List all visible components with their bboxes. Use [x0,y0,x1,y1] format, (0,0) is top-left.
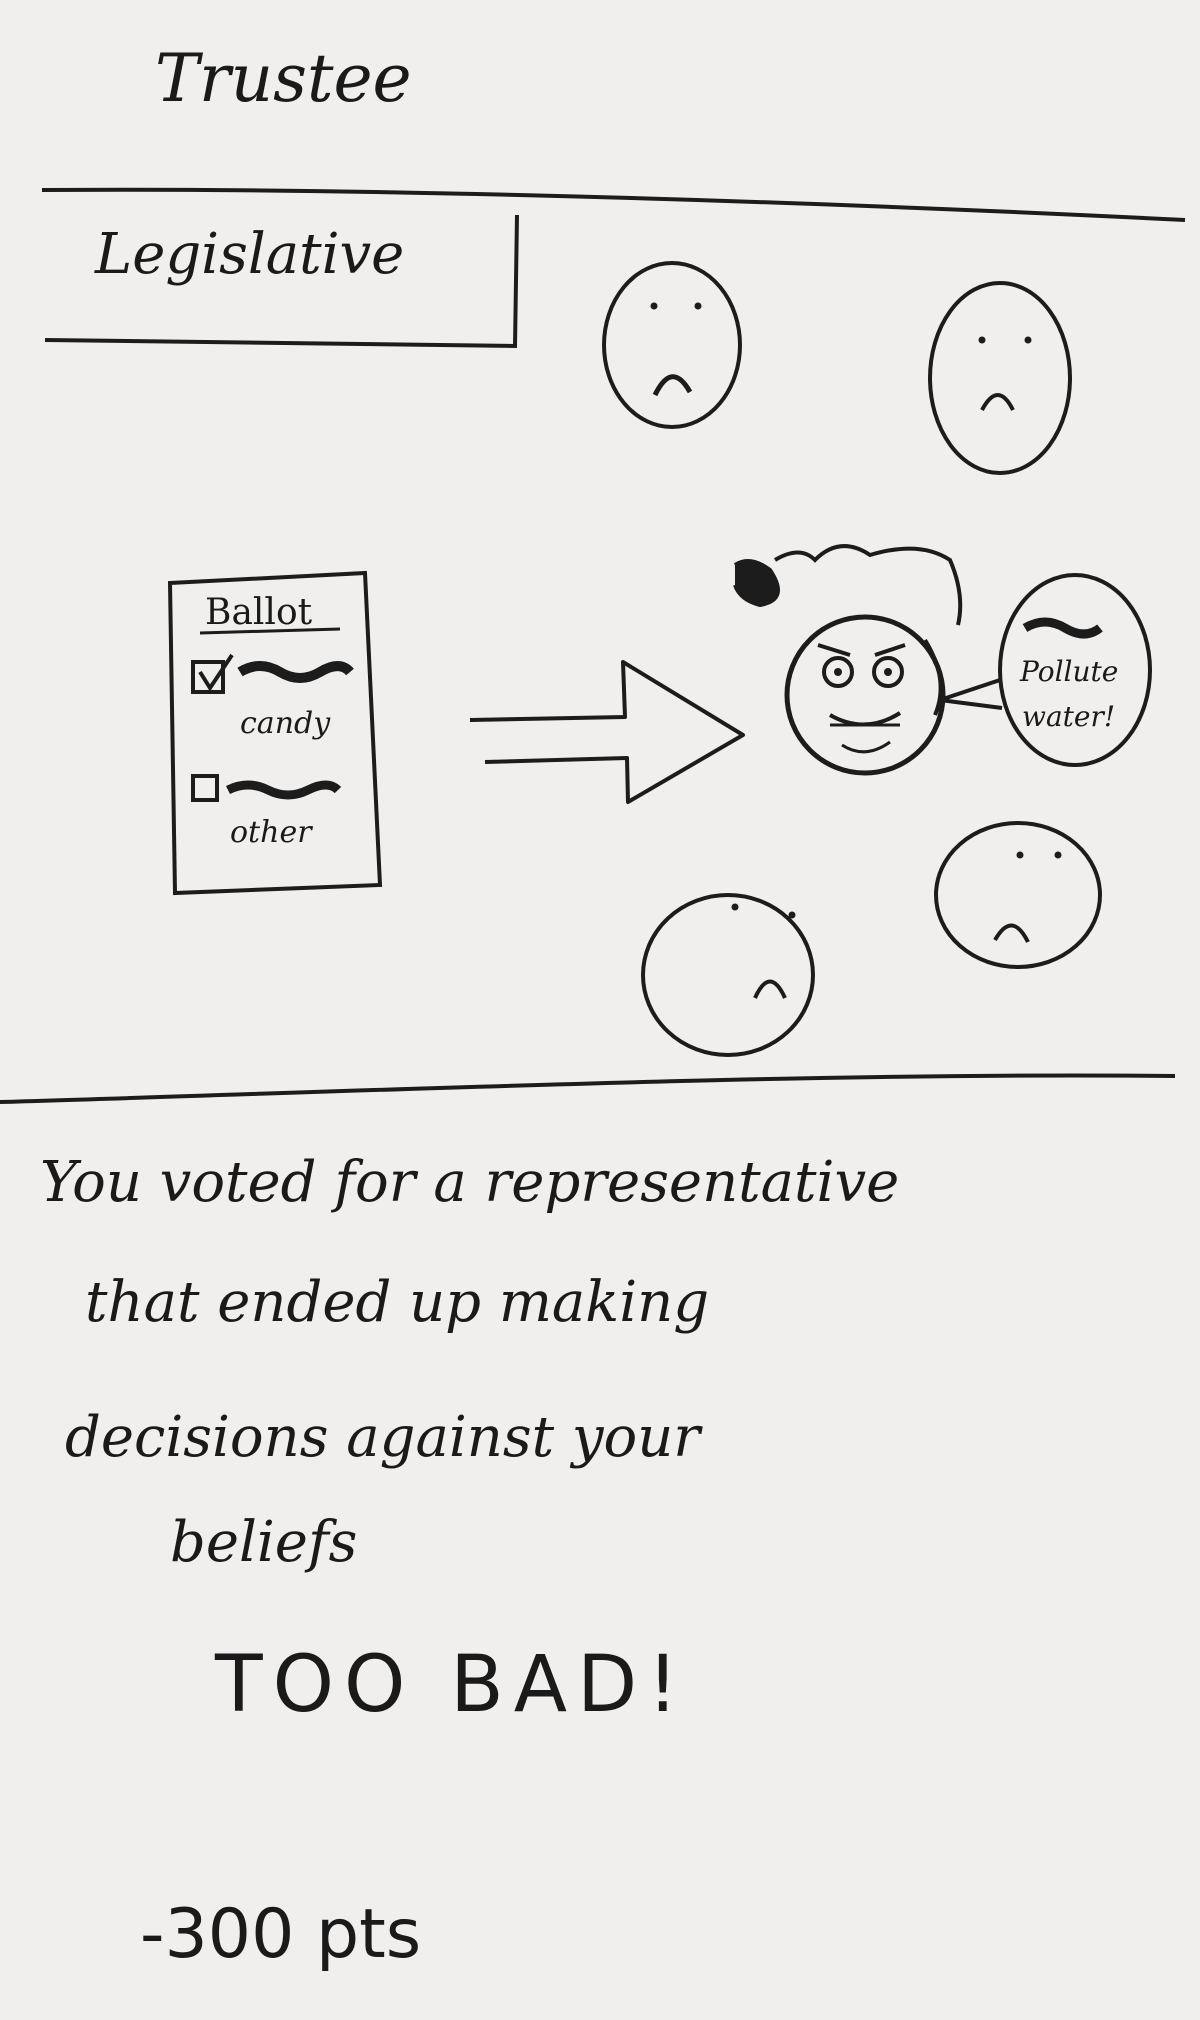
outcome-label: TOO BAD! [215,1640,689,1730]
top-divider [41,187,1186,222]
bottom-divider [0,1073,1176,1104]
checkbox-icon [191,774,219,802]
checkbox-icon [191,653,234,694]
result-message-line4: beliefs [170,1510,358,1575]
scribble-mark [225,780,342,800]
speech-text-line1: Pollute [1020,655,1119,688]
ballot-title: Ballot [205,592,313,633]
ballot-option-other: other [230,815,312,850]
sad-face-icon [602,261,742,429]
result-message-line3: decisions against your [65,1405,701,1470]
ballot-option-candy: candy [240,706,331,741]
sad-face-icon [934,821,1102,969]
result-message-line1: You voted for a representative [40,1150,900,1215]
section-title: Legislative [95,222,405,287]
sad-face-icon [928,281,1072,475]
result-message-line2: that ended up making [85,1270,710,1335]
angry-face-icon [733,544,963,776]
scribble-mark [237,661,354,683]
game-card: Trustee Legislative Ballot candy other P… [0,0,1200,2020]
speech-text-line2: water! [1022,700,1116,733]
right-arrow-icon [469,660,745,804]
sad-face-icon [641,893,815,1057]
points-penalty: -300 pts [140,1895,422,1974]
